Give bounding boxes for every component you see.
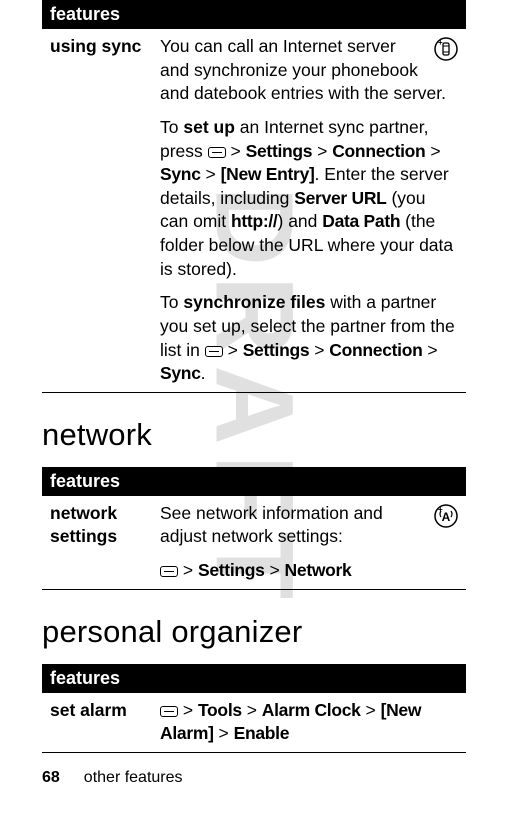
table-row: using sync + You can call an Internet se… — [42, 29, 466, 392]
features-table-network: features network settings A+ See network… — [42, 467, 466, 590]
table-header: features — [42, 0, 466, 29]
features-table-sync: features using sync + You can call an In… — [42, 0, 466, 393]
svg-text:A: A — [442, 510, 451, 524]
table-row: set alarm > Tools > Alarm Clock > [New A… — [42, 693, 466, 753]
section-heading-organizer: personal organizer — [42, 614, 466, 650]
page-number: 68 — [42, 769, 60, 786]
softkey-icon — [160, 566, 178, 577]
svg-text:+: + — [438, 505, 443, 514]
table-header: features — [42, 664, 466, 693]
features-table-organizer: features set alarm > Tools > Alarm Clock… — [42, 664, 466, 753]
page-footer: 68 other features — [42, 769, 183, 787]
antenna-badge-icon: A+ — [434, 504, 458, 528]
softkey-icon — [208, 147, 226, 158]
footer-section: other features — [84, 769, 183, 786]
svg-text:+: + — [438, 38, 443, 47]
feature-label: set alarm — [42, 693, 152, 753]
feature-label: network settings — [42, 496, 152, 589]
feature-desc: + You can call an Internet server and sy… — [152, 29, 466, 392]
sync-badge-icon: + — [434, 37, 458, 61]
section-heading-network: network — [42, 417, 466, 453]
feature-desc: A+ See network information and adjust ne… — [152, 496, 466, 589]
table-row: network settings A+ See network informat… — [42, 496, 466, 589]
softkey-icon — [160, 706, 178, 717]
feature-label: using sync — [42, 29, 152, 392]
softkey-icon — [205, 346, 223, 357]
table-header: features — [42, 467, 466, 496]
feature-desc: > Tools > Alarm Clock > [New Alarm] > En… — [152, 693, 466, 753]
